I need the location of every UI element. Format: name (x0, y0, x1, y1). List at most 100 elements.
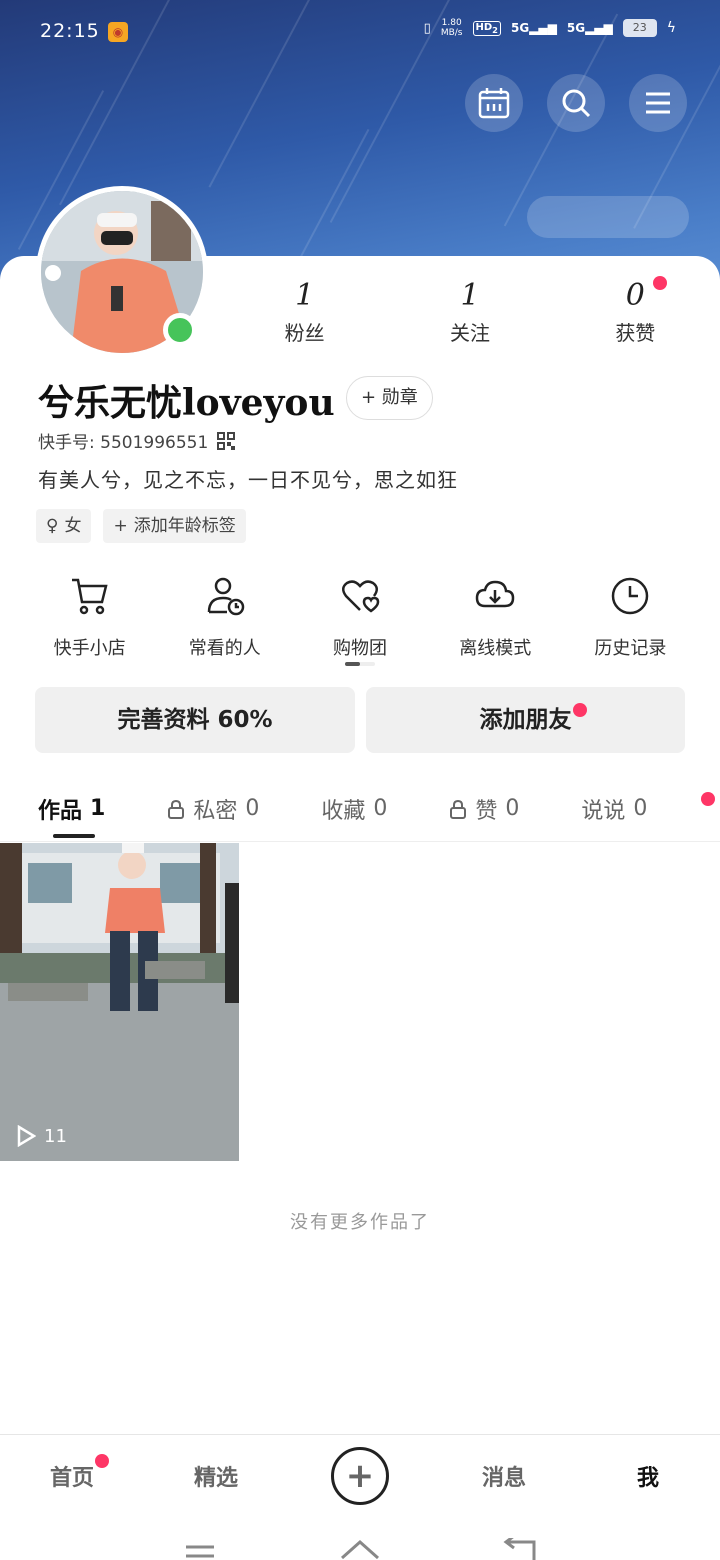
nav-me-label: 我 (636, 1465, 659, 1491)
nav-featured[interactable]: 精选 (144, 1460, 288, 1492)
no-more-works-text: 没有更多作品了 (290, 1212, 430, 1233)
add-friends-label: 添加朋友 (479, 707, 572, 733)
status-bar: 22:15 ◉ ▯ 1.80 MB/s HD2 5G▂▄▆ 5G▂▄▆ 23 ϟ (0, 0, 720, 64)
plus-icon: + (113, 516, 128, 536)
kuaishou-id-text: 快手号: 5501996551 (38, 433, 209, 453)
complete-profile-button[interactable]: 完善资料 60% (35, 687, 355, 753)
tab-favorites[interactable]: 收藏 0 (321, 793, 387, 825)
stat-fans-label: 粉丝 (284, 321, 325, 345)
tab-moments[interactable]: 说说 0 (581, 793, 647, 825)
nav-me[interactable]: 我 (576, 1460, 720, 1492)
lock-icon (450, 799, 467, 819)
add-age-tag-label: 添加年龄标签 (133, 516, 236, 536)
history-icon (612, 577, 649, 615)
video-thumbnail[interactable]: 11 (0, 843, 239, 1161)
shortcut-shopping-group-label: 购物团 (333, 638, 387, 659)
home-icon[interactable] (340, 1538, 380, 1560)
stat-likes-value: 0 (625, 278, 645, 313)
lock-icon (168, 799, 185, 819)
add-friends-button[interactable]: 添加朋友 (366, 687, 685, 753)
status-time: 22:15 (40, 20, 100, 42)
shortcut-page-indicator (345, 662, 375, 666)
shortcut-frequent-people-label: 常看的人 (188, 638, 261, 659)
nav-home-label: 首页 (49, 1465, 94, 1491)
bottom-navigation: 首页 精选 + 消息 我 (0, 1434, 720, 1516)
profile-stats: 1 粉丝 1 关注 0 获赞 (222, 276, 718, 346)
calendar-icon (478, 88, 510, 119)
hd-voice-icon: HD2 (472, 20, 501, 36)
system-navigation-bar (0, 1516, 720, 1560)
network-speed: 1.80 MB/s (440, 18, 463, 38)
recent-apps-icon[interactable] (184, 1544, 216, 1560)
shortcut-history-label: 历史记录 (594, 638, 667, 659)
shortcut-offline-mode[interactable]: 离线模式 (428, 574, 563, 660)
search-button[interactable] (547, 74, 605, 132)
medal-button[interactable]: + 勋章 (346, 376, 433, 420)
vibrate-icon: ▯ (423, 20, 431, 36)
person-clock-icon (207, 577, 245, 616)
qr-code-icon (217, 431, 236, 450)
stat-fans-value: 1 (295, 278, 315, 313)
stat-fans[interactable]: 1 粉丝 (222, 278, 387, 346)
tab-works-count: 1 (90, 796, 106, 821)
tab-private[interactable]: 私密 0 (167, 793, 259, 825)
tab-private-label: 私密 (193, 798, 238, 824)
play-count: 11 (16, 1125, 67, 1147)
tab-works[interactable]: 作品 1 (38, 793, 105, 825)
active-tab-underline (53, 834, 95, 838)
play-icon (17, 1125, 36, 1147)
female-icon: ♀ (46, 516, 59, 536)
shortcut-shop-label: 快手小店 (53, 638, 126, 659)
create-plus-icon: + (331, 1446, 389, 1505)
nav-home[interactable]: 首页 (0, 1453, 144, 1492)
weibo-notification-icon: ◉ (108, 22, 128, 42)
tab-likes-count: 0 (505, 796, 520, 821)
kuaishou-id[interactable]: 快手号: 5501996551 (38, 428, 236, 453)
tab-works-label: 作品 (38, 798, 83, 824)
cart-icon (71, 578, 108, 615)
play-count-value: 11 (44, 1125, 67, 1147)
nav-featured-label: 精选 (193, 1465, 238, 1491)
download-cloud-icon (475, 580, 515, 608)
tab-favorites-label: 收藏 (321, 798, 366, 824)
calendar-button[interactable] (465, 74, 523, 132)
gender-tag[interactable]: ♀ 女 (36, 509, 92, 543)
nav-create[interactable]: + (288, 1446, 432, 1505)
stat-likes-label: 获赞 (615, 321, 656, 345)
shortcut-shop[interactable]: 快手小店 (22, 574, 157, 660)
moments-notification-dot (701, 792, 715, 806)
signal-5g-icon-2: 5G▂▄▆ (566, 21, 613, 35)
stat-following-label: 关注 (449, 321, 490, 345)
gender-tag-label: 女 (64, 516, 82, 536)
signal-5g-icon: 5G▂▄▆ (510, 21, 557, 35)
tab-moments-label: 说说 (581, 798, 626, 824)
charging-icon: ϟ (666, 20, 676, 36)
tab-likes[interactable]: 赞 0 (449, 793, 519, 825)
menu-button[interactable] (629, 74, 687, 132)
back-icon[interactable] (502, 1538, 538, 1560)
likes-notification-dot (652, 276, 667, 290)
username: 兮乐无忧loveyou (38, 382, 335, 424)
tab-favorites-count: 0 (373, 796, 388, 821)
stat-likes[interactable]: 0 获赞 (553, 276, 718, 346)
online-status-dot (163, 313, 197, 347)
menu-icon (646, 92, 670, 114)
heart-cart-icon (342, 580, 380, 613)
add-friends-notification-dot (573, 703, 587, 717)
search-icon (562, 89, 591, 118)
content-tabs: 作品 1 私密 0 收藏 0 赞 0 说说 0 (0, 776, 720, 842)
add-age-tag[interactable]: + 添加年龄标签 (103, 509, 246, 543)
tab-private-count: 0 (245, 796, 260, 821)
stat-following-value: 1 (460, 278, 480, 313)
stat-following[interactable]: 1 关注 (387, 278, 552, 346)
video-thumbnail-image (0, 843, 239, 1161)
tab-moments-count: 0 (633, 796, 648, 821)
shortcut-shopping-group[interactable]: 购物团 (292, 574, 427, 660)
profile-bio: 有美人兮，见之不忘，一日不见兮，思之如狂 (38, 468, 458, 492)
shortcut-frequent-people[interactable]: 常看的人 (157, 574, 292, 660)
profile-tags: ♀ 女 + 添加年龄标签 (36, 509, 246, 543)
shortcut-history[interactable]: 历史记录 (563, 574, 698, 660)
shortcut-offline-mode-label: 离线模式 (459, 638, 532, 659)
shortcut-row: 快手小店 常看的人 购物团 离线模式 历史记录 (22, 574, 698, 660)
nav-messages[interactable]: 消息 (432, 1460, 576, 1492)
